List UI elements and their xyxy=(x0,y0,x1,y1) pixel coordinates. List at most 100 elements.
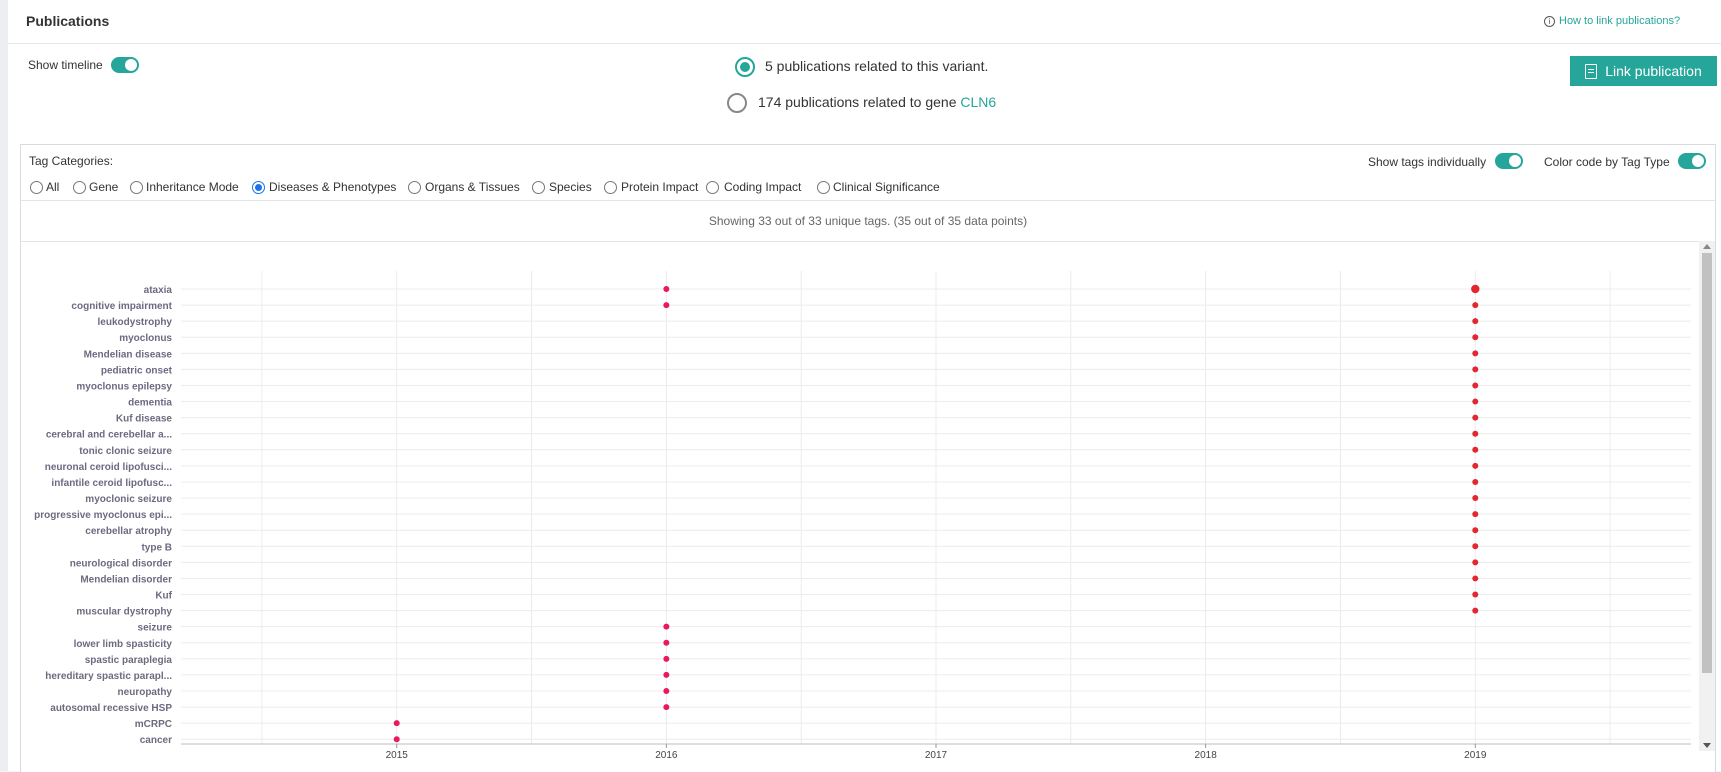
data-point xyxy=(1472,366,1479,373)
category-radio-protein-impact[interactable] xyxy=(604,181,617,194)
color-code-label: Color code by Tag Type xyxy=(1544,155,1670,169)
tag-label: spastic paraplegia xyxy=(85,655,173,666)
category-radio-diseases-phenotypes[interactable] xyxy=(252,181,265,194)
link-publication-button[interactable]: Link publication xyxy=(1570,56,1717,86)
data-point xyxy=(393,720,400,727)
color-code-toggle[interactable] xyxy=(1678,153,1706,169)
page-title: Publications xyxy=(26,13,110,29)
tag-label: tonic clonic seizure xyxy=(79,446,172,457)
category-label-inheritance-mode: Inheritance Mode xyxy=(146,180,239,194)
data-point xyxy=(1472,511,1479,518)
show-tags-individually-label: Show tags individually xyxy=(1368,155,1487,169)
gene-link[interactable]: CLN6 xyxy=(960,94,996,110)
tag-categories-label: Tag Categories: xyxy=(29,154,114,168)
tag-label: hereditary spastic parapl... xyxy=(45,671,172,682)
category-radio-all[interactable] xyxy=(30,181,43,194)
tag-label: lower limb spasticity xyxy=(74,639,173,650)
tag-label: cerebral and cerebellar a... xyxy=(46,430,172,441)
gene-publications-text: 174 publications related to gene xyxy=(758,94,961,110)
data-point xyxy=(1471,284,1480,294)
showing-summary: Showing 33 out of 33 unique tags. (35 ou… xyxy=(21,200,1715,242)
data-point xyxy=(1472,575,1479,582)
panel-header: Publications i How to link publications? xyxy=(8,0,1721,44)
left-edge xyxy=(0,0,8,771)
tag-label: pediatric onset xyxy=(101,365,173,376)
show-tags-individually-toggle[interactable] xyxy=(1495,153,1523,169)
info-icon: i xyxy=(1544,16,1555,27)
help-link-label: How to link publications? xyxy=(1559,15,1681,27)
tag-label: myoclonic seizure xyxy=(85,494,172,505)
x-tick-label: 2018 xyxy=(1195,750,1218,761)
data-point xyxy=(1472,527,1479,534)
tag-label: dementia xyxy=(128,398,172,409)
data-point xyxy=(1472,607,1479,614)
document-icon xyxy=(1585,63,1598,79)
tag-label: seizure xyxy=(138,623,173,634)
category-radio-clinical-significance[interactable] xyxy=(817,181,830,194)
category-label-organs-tissues: Organs & Tissues xyxy=(425,180,520,194)
category-label-all: All xyxy=(46,180,60,194)
category-radio-organs-tissues[interactable] xyxy=(408,181,421,194)
category-label-coding-impact: Coding Impact xyxy=(724,180,802,194)
tag-label: progressive myoclonus epi... xyxy=(34,510,172,521)
category-radio-species[interactable] xyxy=(532,181,545,194)
data-point xyxy=(1472,302,1479,309)
tag-label: Kuf disease xyxy=(116,414,173,425)
tag-label: mCRPC xyxy=(135,719,172,730)
tag-label: myoclonus epilepsy xyxy=(76,381,172,392)
tag-label: neuronal ceroid lipofusci... xyxy=(45,462,172,473)
data-point xyxy=(1472,462,1479,469)
data-point xyxy=(1472,446,1479,453)
category-label-gene: Gene xyxy=(89,180,119,194)
data-point xyxy=(1472,350,1479,357)
data-point xyxy=(663,623,670,630)
tag-label: myoclonus xyxy=(119,333,172,344)
data-point xyxy=(1472,495,1479,502)
data-point xyxy=(1472,543,1479,550)
data-point xyxy=(1472,318,1479,325)
x-tick-label: 2019 xyxy=(1464,750,1487,761)
category-label-diseases-phenotypes: Diseases & Phenotypes xyxy=(269,180,397,194)
tag-label: ataxia xyxy=(144,285,173,296)
tag-label: type B xyxy=(141,542,172,553)
data-point xyxy=(663,704,670,711)
show-timeline-label: Show timeline xyxy=(28,58,103,72)
variant-publications-radio[interactable] xyxy=(735,57,755,77)
help-link[interactable]: i How to link publications? xyxy=(1544,15,1680,27)
tag-label: neurological disorder xyxy=(70,558,172,569)
data-point xyxy=(663,302,670,309)
category-label-protein-impact: Protein Impact xyxy=(621,180,699,194)
x-tick-label: 2015 xyxy=(386,750,409,761)
tag-label: Mendelian disorder xyxy=(80,574,172,585)
data-point xyxy=(663,286,670,292)
link-publication-label: Link publication xyxy=(1605,63,1702,79)
x-tick-label: 2016 xyxy=(655,750,678,761)
category-radio-gene[interactable] xyxy=(73,181,86,194)
tag-label: leukodystrophy xyxy=(98,317,173,328)
timeline-chart: ataxia cognitive impairment leukodystrophy… xyxy=(34,271,1691,761)
publications-panel: Publications i How to link publications? … xyxy=(8,0,1721,772)
variant-publications-label: 5 publications related to this variant. xyxy=(765,58,989,74)
gene-publications-radio[interactable] xyxy=(727,93,747,113)
tag-label: neuropathy xyxy=(118,687,173,698)
tag-label: Mendelian disease xyxy=(84,349,173,360)
category-radio-inheritance-mode[interactable] xyxy=(130,181,143,194)
category-label-clinical-significance: Clinical Significance xyxy=(833,180,940,194)
tag-label: muscular dystrophy xyxy=(76,607,172,618)
data-point xyxy=(1472,382,1479,389)
data-point xyxy=(663,655,670,662)
data-point xyxy=(1472,430,1479,437)
chart-scrollbar[interactable] xyxy=(1699,241,1715,751)
category-radio-coding-impact[interactable] xyxy=(706,181,719,194)
tag-panel: Tag Categories: Show tags individually C… xyxy=(20,144,1716,772)
category-label-species: Species xyxy=(549,180,592,194)
data-point xyxy=(1472,334,1479,341)
data-point xyxy=(1472,414,1479,421)
show-timeline-toggle[interactable] xyxy=(111,57,139,73)
data-point xyxy=(1472,398,1479,405)
scroll-down-arrow-icon[interactable] xyxy=(1703,743,1711,748)
scroll-up-arrow-icon[interactable] xyxy=(1703,244,1711,249)
scroll-thumb[interactable] xyxy=(1702,253,1712,673)
data-point xyxy=(1472,591,1479,598)
x-tick-label: 2017 xyxy=(925,750,948,761)
